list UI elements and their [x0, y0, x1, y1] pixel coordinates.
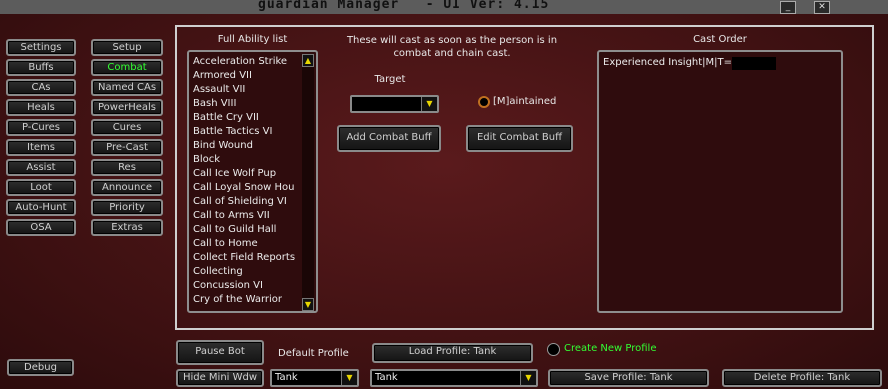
ability-list-item[interactable]: Bash VIII [189, 97, 316, 111]
ability-list-item[interactable]: Concussion VI [189, 279, 316, 293]
cast-order-entry[interactable]: Experienced Insight|M|T= [603, 57, 732, 68]
profile-dropdown[interactable]: Tank ▼ [370, 369, 538, 387]
nav-button-p-cures[interactable]: P-Cures [6, 119, 76, 136]
nav-button-assist[interactable]: Assist [6, 159, 76, 176]
target-label: Target [374, 74, 406, 85]
ability-list-item[interactable]: Call Ice Wolf Pup [189, 167, 316, 181]
nav-button-pre-cast[interactable]: Pre-Cast [91, 139, 163, 156]
cast-order-list[interactable]: Experienced Insight|M|T= [597, 50, 843, 313]
ability-list-item[interactable]: Call to Guild Hall [189, 223, 316, 237]
chevron-down-icon: ▼ [421, 97, 437, 111]
window-title: guardian Manager - UI Ver: 4.15 [258, 0, 550, 12]
edit-combat-buff-button[interactable]: Edit Combat Buff [466, 125, 573, 152]
ability-list-item[interactable]: Armored VII [189, 69, 316, 83]
nav-button-loot[interactable]: Loot [6, 179, 76, 196]
profile-value: Tank [375, 372, 398, 383]
nav-button-setup[interactable]: Setup [91, 39, 163, 56]
pause-bot-button[interactable]: Pause Bot [176, 340, 264, 365]
ability-list-item[interactable]: Bind Wound [189, 139, 316, 153]
nav-button-cas[interactable]: CAs [6, 79, 76, 96]
nav-button-auto-hunt[interactable]: Auto-Hunt [6, 199, 76, 216]
create-new-profile-label[interactable]: Create New Profile [564, 343, 657, 354]
ability-list-item[interactable]: Call to Arms VII [189, 209, 316, 223]
ability-scrollbar[interactable] [302, 54, 314, 309]
ability-list-item[interactable]: Collect Field Reports [189, 251, 316, 265]
target-dropdown[interactable]: ▼ [350, 95, 439, 113]
nav-button-cures[interactable]: Cures [91, 119, 163, 136]
nav-button-powerheals[interactable]: PowerHeals [91, 99, 163, 116]
title-bar[interactable]: guardian Manager - UI Ver: 4.15 _ ✕ [0, 0, 888, 15]
ability-list-item[interactable]: Battle Tactics VI [189, 125, 316, 139]
close-button[interactable]: ✕ [814, 1, 830, 14]
cast-order-entry-redaction [732, 57, 776, 70]
ability-list-title: Full Ability list [217, 34, 288, 45]
combat-description-line1: These will cast as soon as the person is… [346, 35, 558, 46]
ability-list[interactable]: Acceleration Strike Armored VII Assault VI… [187, 50, 318, 313]
nav-button-extras[interactable]: Extras [91, 219, 163, 236]
nav-button-buffs[interactable]: Buffs [6, 59, 76, 76]
nav-button-announce[interactable]: Announce [91, 179, 163, 196]
cast-order-title: Cast Order [693, 34, 747, 45]
create-new-profile-radio[interactable] [547, 343, 560, 356]
combat-description-line2: combat and chain cast. [393, 48, 511, 59]
hide-mini-window-button[interactable]: Hide Mini Wdw [176, 369, 264, 387]
add-combat-buff-button[interactable]: Add Combat Buff [337, 125, 441, 152]
nav-button-priority[interactable]: Priority [91, 199, 163, 216]
ability-list-item[interactable]: Collecting [189, 265, 316, 279]
save-profile-button[interactable]: Save Profile: Tank [548, 369, 709, 387]
default-profile-label: Default Profile [278, 348, 349, 359]
minimize-button[interactable]: _ [780, 1, 796, 14]
load-profile-button[interactable]: Load Profile: Tank [372, 343, 533, 363]
default-profile-dropdown[interactable]: Tank ▼ [270, 369, 359, 387]
ability-list-item[interactable]: Call of Shielding VI [189, 195, 316, 209]
ability-items: Acceleration Strike Armored VII Assault VI… [189, 52, 316, 307]
ability-list-item[interactable]: Battle Cry VII [189, 111, 316, 125]
ability-list-item[interactable]: Call Loyal Snow Hou [189, 181, 316, 195]
ability-list-item[interactable]: Block [189, 153, 316, 167]
scroll-up-icon[interactable]: ▲ [302, 54, 314, 67]
maintained-radio[interactable] [478, 96, 490, 108]
nav-button-settings[interactable]: Settings [6, 39, 76, 56]
maintained-label: [M]aintained [493, 96, 557, 107]
nav-button-combat[interactable]: Combat [91, 59, 163, 76]
scroll-down-icon[interactable]: ▼ [302, 298, 314, 311]
nav-button-osa[interactable]: OSA [6, 219, 76, 236]
chevron-down-icon: ▼ [341, 371, 357, 385]
ability-list-item[interactable]: Assault VII [189, 83, 316, 97]
delete-profile-button[interactable]: Delete Profile: Tank [722, 369, 882, 387]
chevron-down-icon: ▼ [520, 371, 536, 385]
nav-button-res[interactable]: Res [91, 159, 163, 176]
nav-button-items[interactable]: Items [6, 139, 76, 156]
ability-list-item[interactable]: Cry of the Warrior [189, 293, 316, 307]
ability-list-item[interactable]: Acceleration Strike [189, 55, 316, 69]
ability-list-item[interactable]: Call to Home [189, 237, 316, 251]
debug-button[interactable]: Debug [7, 359, 74, 376]
nav-button-named-cas[interactable]: Named CAs [91, 79, 163, 96]
nav-button-heals[interactable]: Heals [6, 99, 76, 116]
default-profile-value: Tank [275, 372, 298, 383]
